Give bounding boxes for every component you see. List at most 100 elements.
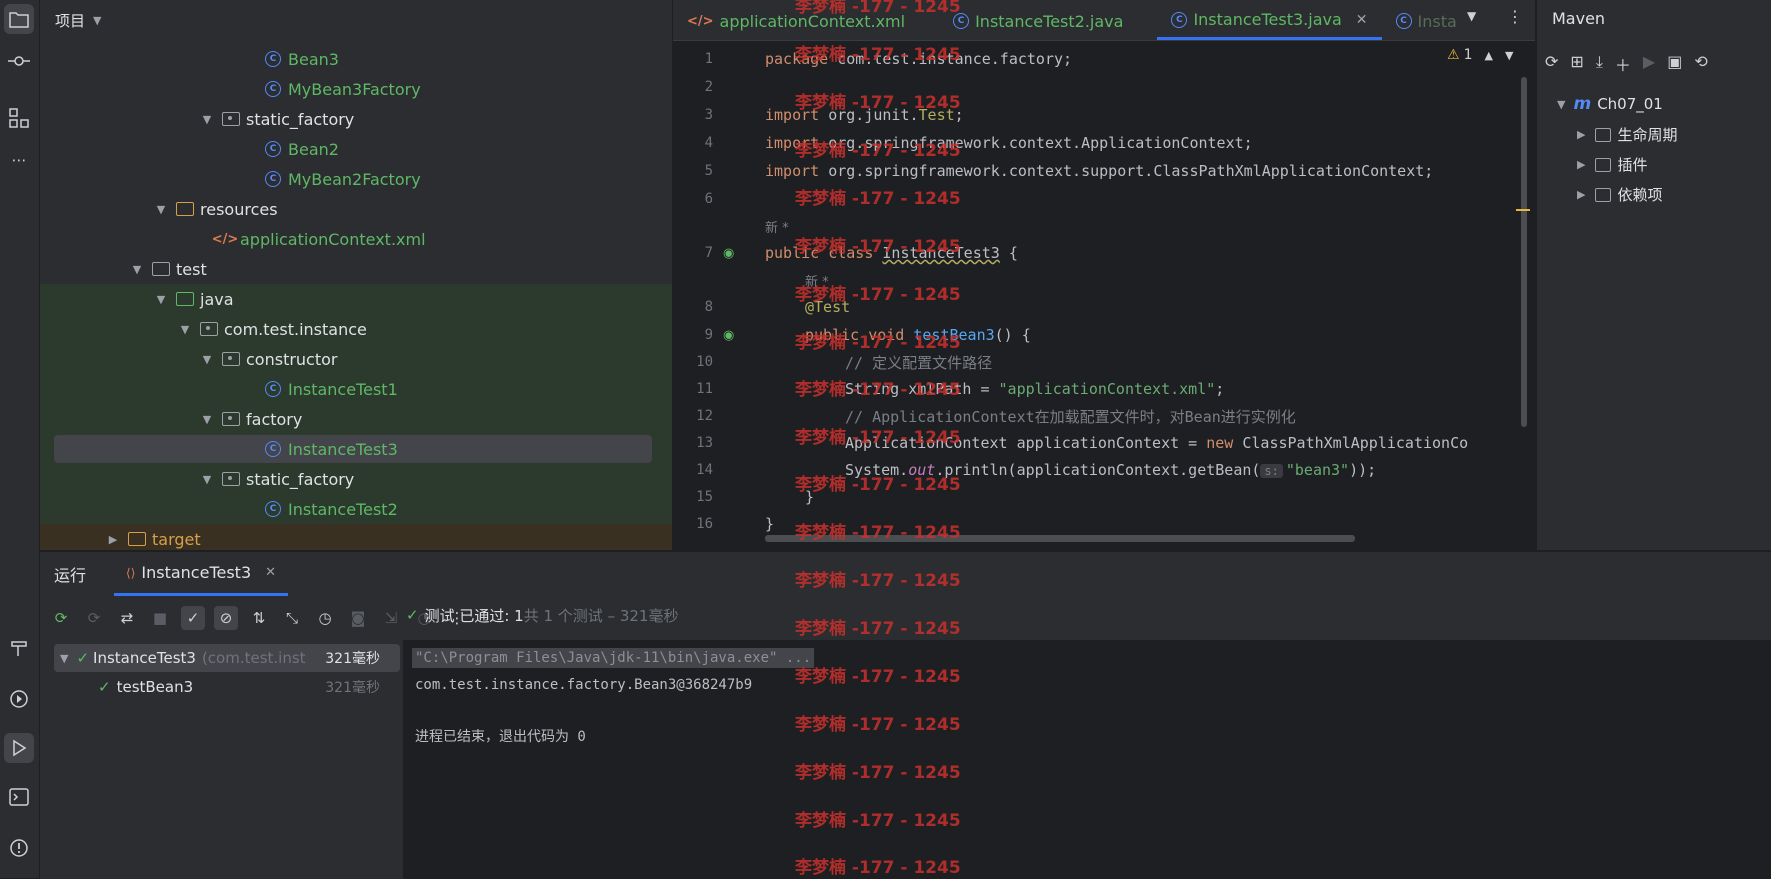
run-tab-instance-test3[interactable]: ⟨⟩ InstanceTest3 ✕ [114, 552, 289, 596]
chevron-down-icon[interactable]: ▼ [154, 293, 168, 306]
test-child-row[interactable]: ✓ testBean3 321毫秒 [54, 673, 400, 701]
rerun-failed-icon[interactable]: ⟳ [82, 606, 106, 630]
console-line-exit: 进程已结束，退出代码为 0 [415, 729, 586, 745]
tab-insta[interactable]: C Insta [1382, 2, 1471, 40]
collapse-icon[interactable]: ⤡ [280, 606, 304, 630]
console-output[interactable]: "C:\Program Files\Java\jdk-11\bin\java.e… [404, 640, 1771, 879]
line-number: 5 [704, 163, 713, 179]
problems-icon[interactable] [4, 833, 34, 863]
tab-instance-test2[interactable]: C InstanceTest2.java [939, 2, 1137, 40]
reload-icon[interactable]: ⟳ [1545, 52, 1558, 76]
chevron-down-icon[interactable]: ▼ [178, 323, 192, 336]
run-gutter-icon[interactable]: ◉ [723, 246, 734, 261]
commit-icon[interactable] [4, 46, 34, 76]
stop-icon[interactable]: ■ [148, 606, 172, 630]
sort-icon[interactable]: ⇅ [247, 606, 271, 630]
structure-icon[interactable] [4, 103, 34, 133]
class-icon: C [264, 440, 282, 458]
line-number: 13 [696, 435, 713, 451]
vertical-scrollbar[interactable] [1521, 77, 1527, 427]
tree-item[interactable]: C Bean3 [40, 44, 672, 74]
toggle-offline-icon[interactable]: ⟲ [1694, 52, 1707, 76]
download-icon[interactable]: ⤓ [1596, 52, 1603, 76]
tree-item[interactable]: ▼ test [40, 254, 672, 284]
tree-item-label: target [152, 529, 201, 549]
project-header[interactable]: 项目 ▼ [40, 0, 672, 40]
history-icon[interactable]: ◷ [313, 606, 337, 630]
horizontal-scrollbar[interactable] [765, 535, 1355, 542]
more-vertical-icon[interactable]: ⋮ [1507, 7, 1523, 26]
rerun-icon[interactable]: ⟳ [49, 606, 73, 630]
error-stripe-mark[interactable] [1516, 209, 1530, 211]
tree-item[interactable]: ▼ factory [40, 404, 672, 434]
code-text: import org.junit.Test; [765, 106, 964, 124]
run-icon[interactable] [4, 733, 34, 763]
show-passed-icon[interactable]: ✓ [181, 606, 205, 630]
tree-item[interactable]: ▼ static_factory [40, 104, 672, 134]
tree-item[interactable]: ▶ target [40, 524, 672, 550]
toggle-auto-test-icon[interactable]: ⇄ [115, 606, 139, 630]
line-number: 14 [696, 462, 713, 478]
project-icon[interactable] [4, 4, 34, 34]
maven-item-plugins[interactable]: ▶ 插件 [1577, 154, 1647, 175]
tree-item[interactable]: C InstanceTest3 [40, 434, 672, 464]
tree-item[interactable]: ▼ static_factory [40, 464, 672, 494]
chevron-down-icon[interactable]: ▼ [200, 353, 214, 366]
test-root-row[interactable]: ▼ ✓ InstanceTest3 (com.test.inst 321毫秒 [54, 644, 400, 672]
tree-item[interactable]: C InstanceTest2 [40, 494, 672, 524]
tree-item[interactable]: ▼ java [40, 284, 672, 314]
close-icon[interactable]: ✕ [1356, 12, 1368, 28]
maven-item-dependencies[interactable]: ▶ 依赖项 [1577, 184, 1662, 205]
tab-application-context-xml[interactable]: </> applicationContext.xml [673, 2, 919, 40]
reload-folder-icon[interactable]: ⊞ [1570, 52, 1583, 76]
chevron-right-icon[interactable]: ▶ [106, 533, 120, 546]
tree-item[interactable]: </> applicationContext.xml [40, 224, 672, 254]
code-text: } [805, 488, 815, 506]
maven-module-icon: m [1573, 94, 1592, 114]
tab-label: Insta [1417, 11, 1457, 31]
code-area[interactable]: ⚠ 1 ▲ ▼ 1 package com.test.instance.fact… [673, 41, 1535, 550]
hint-text: 新 * [765, 220, 789, 236]
tree-item[interactable]: C InstanceTest1 [40, 374, 672, 404]
chevron-down-icon[interactable]: ▼ [200, 473, 214, 486]
tree-item[interactable]: C MyBean3Factory [40, 74, 672, 104]
tree-item-label: constructor [246, 349, 338, 369]
add-icon[interactable]: ＋ [1615, 52, 1631, 76]
class-icon: C [264, 50, 282, 68]
chevron-down-icon[interactable]: ▼ [154, 203, 168, 216]
tree-item[interactable]: ▼ constructor [40, 344, 672, 374]
tab-instance-test3[interactable]: C InstanceTest3.java ✕ [1157, 2, 1382, 40]
chevron-down-icon[interactable]: ▼ [200, 413, 214, 426]
show-ignored-icon[interactable]: ⊘ [214, 606, 238, 630]
code-line-7: 7 ◉ public class InstanceTest3 { [673, 241, 1535, 265]
build-icon[interactable] [4, 633, 34, 663]
execute-goal-icon[interactable]: ▣ [1667, 52, 1682, 76]
chevron-down-icon[interactable]: ▼ [200, 113, 214, 126]
terminal-icon[interactable] [4, 782, 34, 812]
run-icon[interactable]: ▶ [1643, 52, 1655, 76]
folder-icon [152, 260, 170, 278]
more-icon[interactable]: ⋯ [4, 145, 34, 175]
code-line-10: 10 // 定义配置文件路径 [673, 350, 1535, 374]
tree-item[interactable]: C Bean2 [40, 134, 672, 164]
chevron-down-icon[interactable]: ▼ [130, 263, 144, 276]
tree-item[interactable]: ▼ com.test.instance [40, 314, 672, 344]
line-number: 15 [696, 489, 713, 505]
chevron-down-icon[interactable]: ▼ [1467, 9, 1476, 23]
test-root-package: (com.test.inst [201, 649, 306, 667]
test-child-label: testBean3 [116, 678, 194, 696]
screenshot-icon[interactable]: ◙ [346, 606, 370, 630]
line-number: 9 [704, 327, 713, 343]
close-icon[interactable]: ✕ [265, 565, 276, 580]
code-text: String xmlPath = "applicationContext.xml… [845, 380, 1225, 398]
services-icon[interactable] [4, 684, 34, 714]
editor: </> applicationContext.xml C InstanceTes… [673, 0, 1535, 550]
dependencies-icon [1595, 187, 1612, 202]
tree-item[interactable]: C MyBean2Factory [40, 164, 672, 194]
import-icon[interactable]: ⇲ [379, 606, 403, 630]
maven-item-lifecycle[interactable]: ▶ 生命周期 [1577, 124, 1677, 145]
maven-project-row[interactable]: ▼ m Ch07_01 [1557, 94, 1663, 114]
tree-item[interactable]: ▼ resources [40, 194, 672, 224]
run-gutter-icon[interactable]: ◉ [723, 328, 734, 343]
package-icon [222, 410, 240, 428]
